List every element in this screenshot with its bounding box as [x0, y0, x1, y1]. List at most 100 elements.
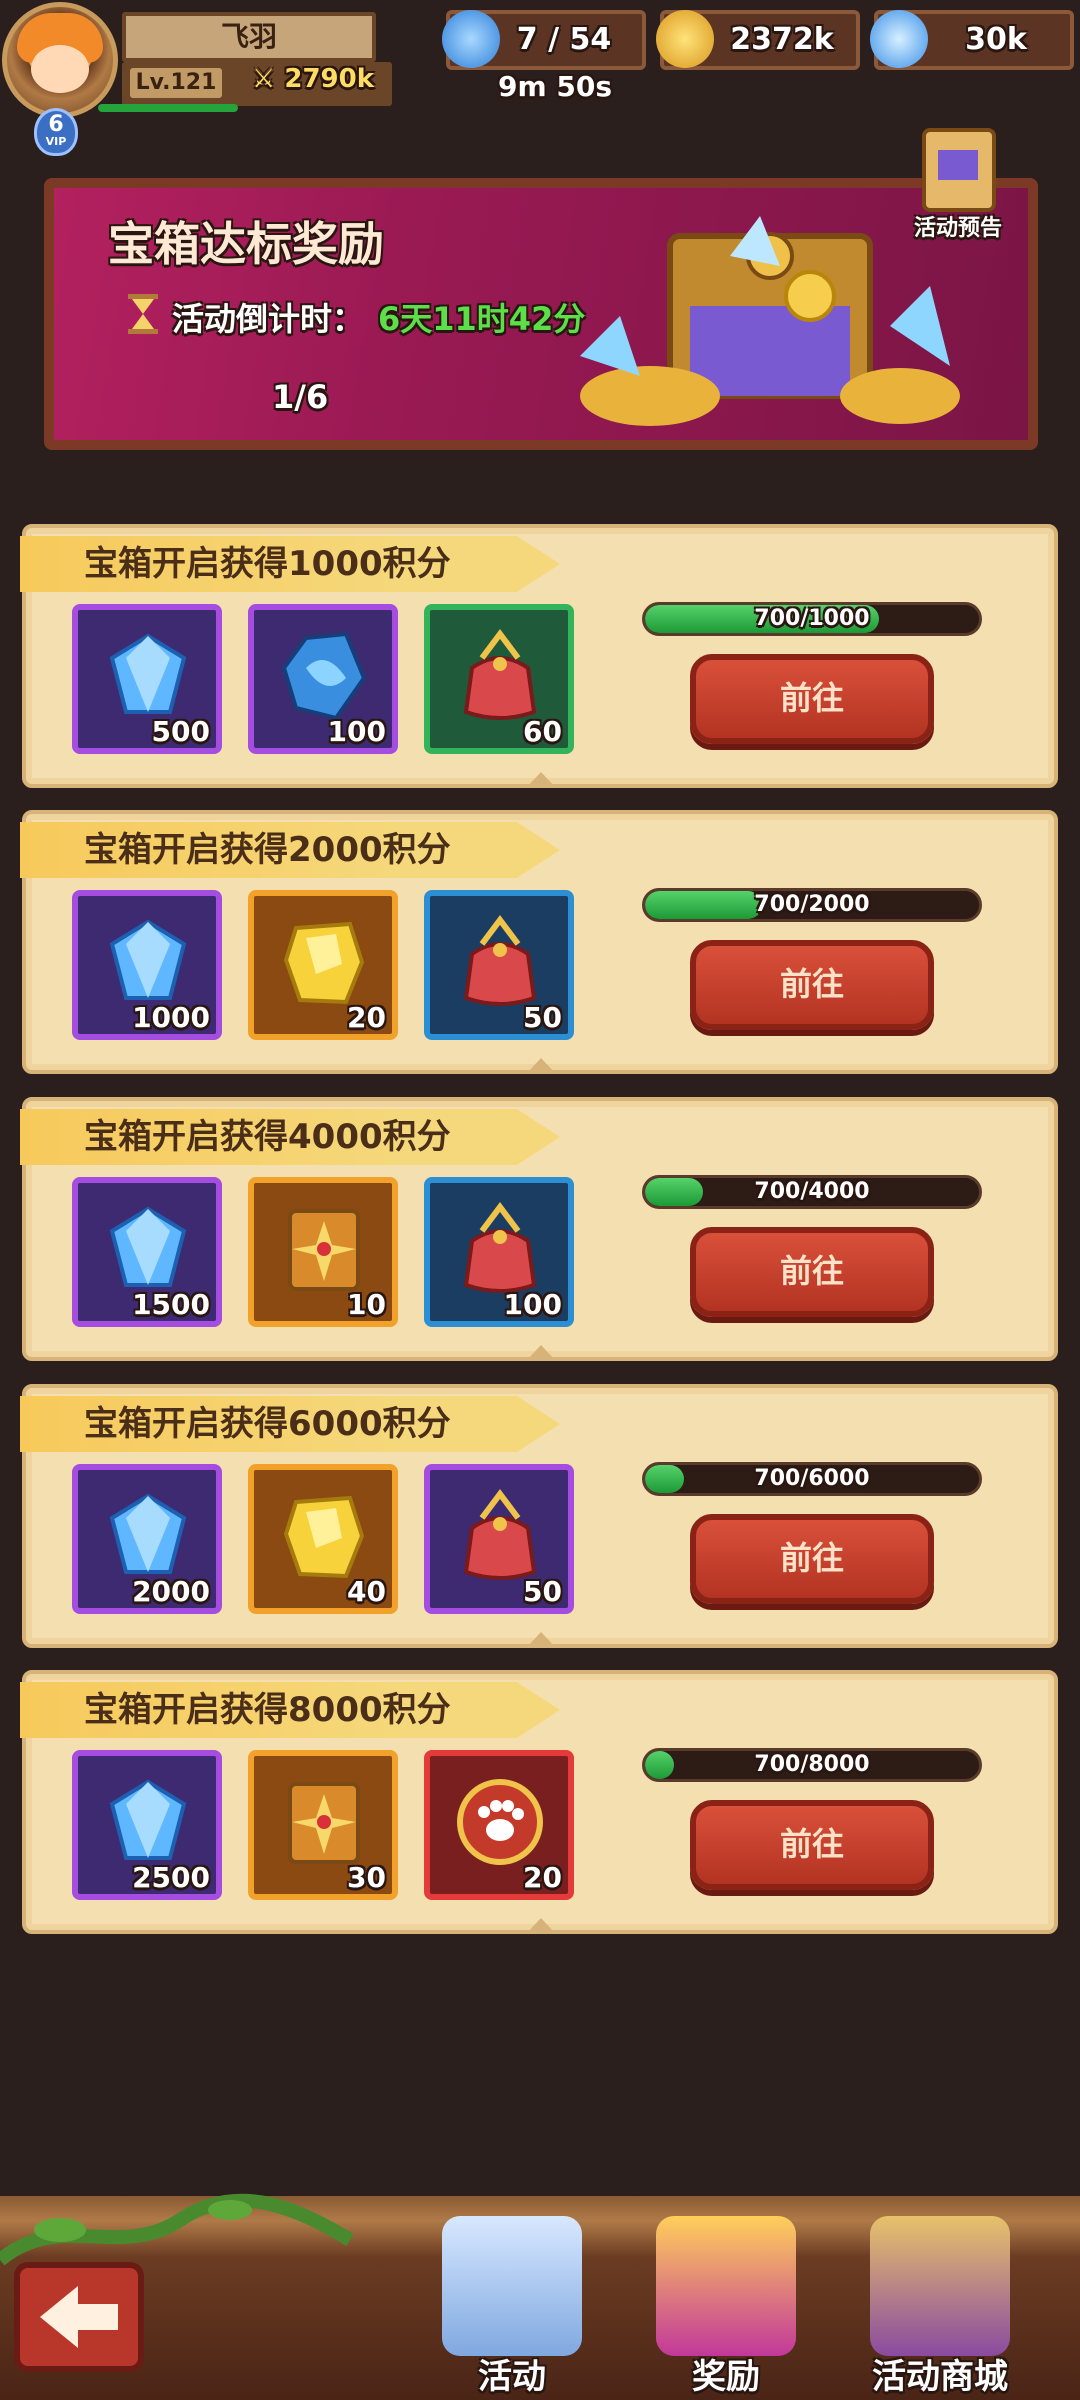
item-quantity: 100	[503, 1288, 562, 1321]
countdown-value: 6天11时42分	[378, 300, 586, 338]
item-quantity: 40	[347, 1575, 386, 1608]
gold-ore-icon	[283, 921, 365, 1005]
item-quantity: 50	[523, 1575, 562, 1608]
gold-ore-icon	[283, 1495, 365, 1579]
red-pouch-icon	[463, 1489, 537, 1580]
reward-item[interactable]: 1500	[72, 1177, 222, 1327]
countdown-label: 活动倒计时：	[172, 300, 365, 338]
nav-tab-2[interactable]: 奖励	[636, 2216, 816, 2400]
vip-label: VIP	[45, 135, 67, 148]
progress-bar: 700/6000	[642, 1462, 982, 1496]
vip-level: 6	[48, 112, 64, 137]
avatar-face	[31, 45, 89, 93]
reward-item[interactable]: 2500	[72, 1750, 222, 1900]
tier-title: 宝箱开启获得2000积分	[20, 822, 560, 878]
item-quantity: 2000	[132, 1575, 210, 1608]
reward-item[interactable]: 50	[424, 890, 574, 1040]
progress-text: 700/4000	[754, 1179, 870, 1204]
stamina-value: 7 / 54	[516, 22, 612, 57]
reward-item[interactable]: 100	[424, 1177, 574, 1327]
blue-gem-icon	[109, 1779, 187, 1860]
go-button[interactable]: 前往	[690, 940, 934, 1030]
gold-counter[interactable]: 2372k	[656, 10, 860, 70]
gold-coin-icon	[656, 10, 714, 68]
reward-item[interactable]: 60	[424, 604, 574, 754]
reward-item[interactable]: 10	[248, 1177, 398, 1327]
reward-item[interactable]: 500	[72, 604, 222, 754]
stamina-counter[interactable]: 7 / 54	[442, 10, 646, 70]
progress-bar: 700/2000	[642, 888, 982, 922]
nav-tab-1[interactable]: 活动	[422, 2216, 602, 2400]
tier-title: 宝箱开启获得8000积分	[20, 1682, 560, 1738]
tier-title: 宝箱开启获得6000积分	[20, 1396, 560, 1452]
item-quantity: 50	[523, 1001, 562, 1034]
red-pouch-icon	[463, 915, 537, 1006]
back-button[interactable]	[14, 2262, 144, 2372]
item-quantity: 2500	[132, 1861, 210, 1894]
item-quantity: 100	[327, 715, 386, 748]
progress-text: 700/2000	[754, 892, 870, 917]
vip-badge[interactable]: 6 VIP	[34, 108, 78, 156]
banner-title: 宝箱达标奖励	[108, 217, 384, 271]
gift-box-icon	[442, 2216, 582, 2356]
reward-item[interactable]: 50	[424, 1464, 574, 1614]
blue-gem-icon	[109, 1493, 187, 1574]
item-quantity: 60	[523, 715, 562, 748]
reward-gifts-icon	[656, 2216, 796, 2356]
progress-bar: 700/1000	[642, 602, 982, 636]
item-quantity: 500	[151, 715, 210, 748]
scroll-preview-icon	[922, 128, 996, 212]
progress-text: 700/8000	[754, 1752, 870, 1777]
item-quantity: 20	[523, 1861, 562, 1894]
go-button[interactable]: 前往	[690, 1514, 934, 1604]
item-quantity: 10	[347, 1288, 386, 1321]
go-button[interactable]: 前往	[690, 1227, 934, 1317]
preview-label: 活动预告	[913, 216, 1002, 241]
progress-text: 700/6000	[754, 1466, 870, 1491]
star-icon	[442, 10, 500, 68]
paw-orb-icon	[457, 1779, 543, 1865]
go-button[interactable]: 前往	[690, 654, 934, 744]
xp-bar	[98, 104, 238, 112]
reward-item[interactable]: 40	[248, 1464, 398, 1614]
gem-counter[interactable]: 30k	[870, 10, 1074, 70]
reward-item[interactable]: 20	[424, 1750, 574, 1900]
progress-bar: 700/4000	[642, 1175, 982, 1209]
golden-book-icon	[288, 1209, 360, 1291]
stamina-timer: 9m 50s	[498, 70, 613, 103]
blue-gem-icon	[109, 633, 187, 714]
player-name: 飞羽	[122, 12, 376, 62]
red-pouch-icon	[463, 629, 537, 720]
reward-item[interactable]: 20	[248, 890, 398, 1040]
item-quantity: 20	[347, 1001, 386, 1034]
reward-item[interactable]: 1000	[72, 890, 222, 1040]
combat-power: ⚔ 2790k	[252, 64, 374, 94]
blue-gem-icon	[109, 1206, 187, 1287]
blue-crystal-icon	[281, 631, 367, 721]
progress-text: 700/1000	[754, 606, 870, 631]
page-indicator: 1/6	[272, 378, 329, 416]
hourglass-icon	[128, 294, 158, 334]
golden-book-icon	[288, 1782, 360, 1864]
go-button[interactable]: 前往	[690, 1800, 934, 1890]
player-avatar[interactable]	[2, 2, 118, 118]
nav-tab-label: 活动商城	[872, 2357, 1008, 2397]
reward-item[interactable]: 100	[248, 604, 398, 754]
reward-item[interactable]: 30	[248, 1750, 398, 1900]
red-pouch-icon	[463, 1202, 537, 1293]
nav-tab-3[interactable]: 活动商城	[850, 2216, 1030, 2400]
player-level: Lv.121	[130, 68, 222, 98]
gem-value: 30k	[965, 22, 1027, 57]
item-quantity: 1000	[132, 1001, 210, 1034]
progress-bar: 700/8000	[642, 1748, 982, 1782]
back-arrow-icon	[40, 2286, 118, 2348]
reward-item[interactable]: 2000	[72, 1464, 222, 1614]
nav-tab-label: 奖励	[692, 2357, 760, 2397]
diamond-icon	[870, 10, 928, 68]
combat-power-value: 2790k	[284, 64, 375, 94]
blue-gem-icon	[109, 919, 187, 1000]
tier-title: 宝箱开启获得4000积分	[20, 1109, 560, 1165]
item-quantity: 1500	[132, 1288, 210, 1321]
swords-icon: ⚔	[252, 64, 285, 94]
nav-tab-label: 活动	[478, 2357, 546, 2397]
